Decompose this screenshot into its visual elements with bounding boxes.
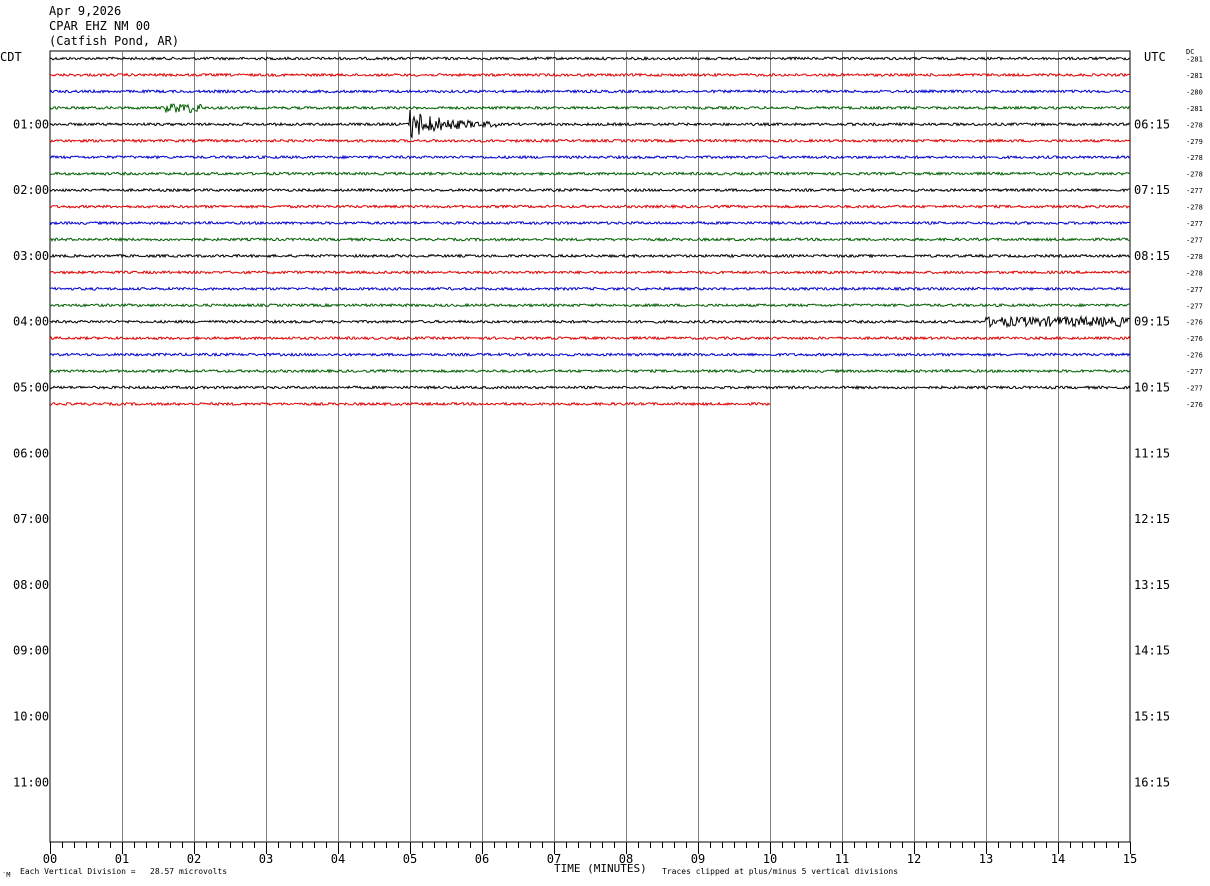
left-hour-label: 11:00 [13,775,49,789]
x-tick-label: 15 [1123,852,1137,866]
trace-line [49,72,1131,78]
x-tick-label: 10 [763,852,777,866]
dc-offset-label: -281 [1186,72,1203,80]
x-tick-label: 12 [907,852,921,866]
scale-note: Each Vertical Division = 28.57 microvolt… [20,867,228,876]
dc-offset-label: -276 [1186,352,1203,360]
trace-line [49,269,1131,275]
trace-line [49,154,1131,160]
dc-offset-label: -278 [1186,204,1203,212]
trace-line [49,110,1131,139]
right-hour-label: 11:15 [1134,446,1170,460]
left-hour-label: 05:00 [13,381,49,395]
dc-offset-label: -276 [1186,401,1203,409]
right-hour-label: 15:15 [1134,710,1170,724]
left-hour-label: 04:00 [13,315,49,329]
dc-offset-label: -277 [1186,187,1203,195]
x-tick-label: 11 [835,852,849,866]
trace-line [49,253,1131,259]
dc-offset-label: -277 [1186,368,1203,376]
left-hour-label: 08:00 [13,578,49,592]
dc-offset-label: -277 [1186,302,1203,310]
trace-line [49,286,1131,292]
trace-line [49,351,1131,358]
x-tick-label: 04 [331,852,345,866]
dc-offset-label: -276 [1186,319,1203,327]
dc-offset-label: -279 [1186,138,1203,146]
left-hour-label: 09:00 [13,644,49,658]
dc-offset-label: -281 [1186,56,1203,64]
plot-frame [49,50,1131,843]
right-hour-label: 06:15 [1134,117,1170,131]
left-hour-label: 01:00 [13,117,49,131]
right-hour-label: 08:15 [1134,249,1170,263]
x-tick-label: 02 [187,852,201,866]
dc-offset-label: -278 [1186,154,1203,162]
trace-line [49,171,1131,177]
trace-line [49,203,1131,210]
left-hour-label: 03:00 [13,249,49,263]
left-hour-label: 07:00 [13,512,49,526]
corner-mark: ′M [2,871,11,879]
x-tick-label: 06 [475,852,489,866]
dc-offset-label: -276 [1186,335,1203,343]
trace-line [49,314,1131,329]
dc-offset-label: -278 [1186,269,1203,277]
right-hour-label: 14:15 [1134,644,1170,658]
trace-line [49,138,1131,144]
dc-offset-label: -278 [1186,253,1203,261]
right-hour-label: 09:15 [1134,315,1170,329]
x-tick-label: 01 [115,852,129,866]
dc-offset-label: -277 [1186,286,1203,294]
trace-line [49,88,1131,94]
trace-line [49,220,1131,226]
trace-line [49,236,1131,243]
left-hour-label: 06:00 [13,446,49,460]
trace-line [49,384,1131,391]
left-hour-label: 10:00 [13,710,49,724]
dc-offset-label: -280 [1186,88,1203,96]
right-hour-label: 07:15 [1134,183,1170,197]
dc-offset-label: -277 [1186,385,1203,393]
right-hour-label: 12:15 [1134,512,1170,526]
x-tick-label: 14 [1051,852,1065,866]
trace-line [49,335,1131,341]
trace-line [49,103,1131,114]
trace-line [49,368,1131,374]
x-tick-label: 13 [979,852,993,866]
clip-note: Traces clipped at plus/minus 5 vertical … [662,867,899,876]
x-tick-label: 03 [259,852,273,866]
dc-offset-label: -277 [1186,236,1203,244]
dc-offset-label: -281 [1186,105,1203,113]
dc-offset-label: -277 [1186,220,1203,228]
seismogram-plot: 00 01 02 03 04 05 06 07 08 09 10 11 12 13 14 1501:0002:… [13,50,1203,866]
x-axis-label: TIME (MINUTES) [554,862,647,875]
right-hour-label: 10:15 [1134,381,1170,395]
x-tick-label: 05 [403,852,417,866]
dc-offset-label: -278 [1186,121,1203,129]
trace-line [49,187,1131,193]
x-tick-label: 00 [43,852,57,866]
dc-offset-label: -278 [1186,171,1203,179]
right-hour-label: 13:15 [1134,578,1170,592]
trace-line [49,55,1131,61]
trace-line [49,302,1131,308]
x-tick-label: 09 [691,852,705,866]
left-hour-label: 02:00 [13,183,49,197]
right-hour-label: 16:15 [1134,775,1170,789]
